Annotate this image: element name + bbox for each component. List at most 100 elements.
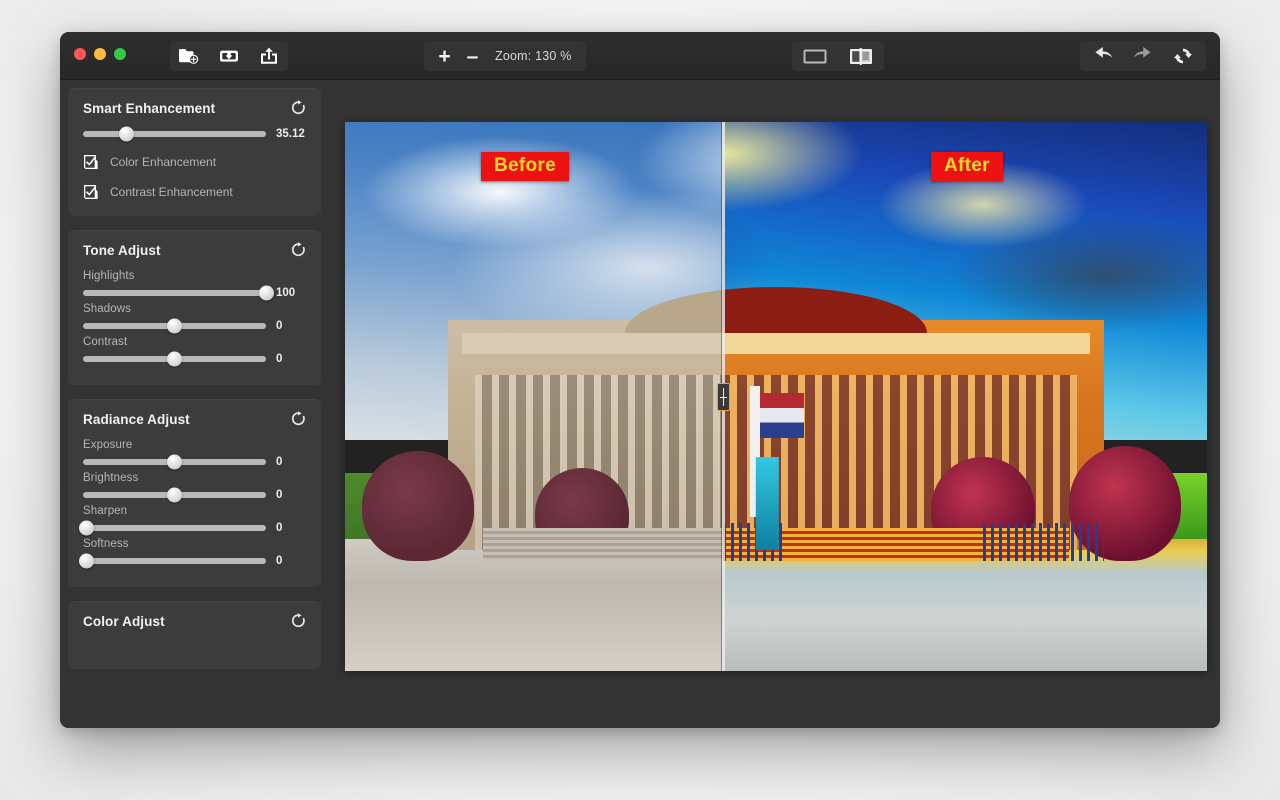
slider-row-softness: Softness 0: [79, 538, 306, 569]
photo-before: [345, 122, 722, 671]
checkbox-contrast-enhancement[interactable]: Contrast Enhancement: [83, 184, 306, 200]
slider-thumb[interactable]: [167, 351, 182, 367]
slider-value: 0: [276, 522, 283, 534]
checkbox-icon[interactable]: [83, 154, 99, 170]
slider-track[interactable]: [79, 520, 266, 536]
before-image-pane: [345, 122, 722, 671]
slider-row-brightness: Brightness 0: [83, 472, 306, 503]
redo-icon[interactable]: [1130, 44, 1156, 68]
before-label: Before: [481, 152, 569, 181]
reset-icon[interactable]: [291, 100, 306, 116]
traffic-lights: [74, 48, 126, 60]
panel-color-adjust: Color Adjust: [68, 601, 321, 669]
after-image-pane: [722, 122, 1207, 671]
after-label: After: [931, 152, 1003, 181]
titlebar: + – Zoom: 130 %: [60, 32, 1220, 80]
slider-label: Shadows: [83, 303, 132, 315]
slider-value: 0: [276, 353, 283, 365]
slider-thumb[interactable]: [258, 285, 274, 301]
slider-thumb[interactable]: [119, 126, 135, 142]
panel-header: Smart Enhancement: [83, 100, 306, 116]
slider-track[interactable]: [83, 285, 274, 301]
slider-value: 100: [276, 287, 296, 299]
panel-header: Color Adjust: [83, 613, 306, 629]
steps: [482, 528, 722, 562]
slider-row-smart-amount: 35.12: [83, 126, 306, 142]
reset-all-icon[interactable]: [1170, 44, 1196, 68]
checkbox-label: Color Enhancement: [110, 155, 217, 169]
slider-thumb[interactable]: [167, 318, 182, 334]
slider-row-sharpen: Sharpen 0: [79, 505, 306, 536]
checkbox-icon[interactable]: [83, 184, 99, 200]
slider-label: Sharpen: [83, 505, 128, 517]
undo-icon[interactable]: [1090, 44, 1116, 68]
save-file-button[interactable]: [216, 44, 242, 68]
panel-title: Tone Adjust: [83, 242, 161, 258]
panel-title: Color Adjust: [83, 613, 165, 629]
flag-cloth: [760, 393, 804, 439]
zoom-out-button[interactable]: –: [464, 46, 481, 67]
image-canvas: Before After: [335, 80, 1220, 728]
panel-header: Tone Adjust: [83, 242, 306, 258]
open-file-button[interactable]: [176, 44, 202, 68]
slider-track[interactable]: [83, 351, 266, 367]
fence-right: [982, 522, 1104, 562]
entablature: [722, 333, 1091, 355]
slider-track[interactable]: [83, 318, 266, 334]
minimize-button[interactable]: [94, 48, 106, 60]
file-actions-group: [170, 41, 288, 71]
slider-row-shadows: Shadows 0: [83, 303, 306, 334]
share-button[interactable]: [256, 44, 282, 68]
panel-smart-enhancement: Smart Enhancement 35.12 Color Enhancemen…: [68, 88, 321, 216]
slider-label: Brightness: [83, 472, 139, 484]
panel-list: Smart Enhancement 35.12 Color Enhancemen…: [60, 80, 335, 669]
app-window: + – Zoom: 130 % Smart Enhancement 35.12 …: [60, 32, 1220, 728]
zoom-button[interactable]: [114, 48, 126, 60]
slider-thumb[interactable]: [79, 553, 95, 569]
entablature: [461, 333, 722, 355]
zoom-in-button[interactable]: +: [436, 46, 453, 67]
view-mode-group: [792, 41, 884, 71]
slider-row-exposure: Exposure 0: [83, 439, 306, 470]
slider-row-highlights: Highlights 100: [83, 270, 306, 301]
slider-track[interactable]: [83, 487, 266, 503]
history-group: [1080, 41, 1206, 71]
statue: [756, 456, 779, 551]
slider-thumb[interactable]: [79, 520, 95, 536]
slider-thumb[interactable]: [167, 487, 182, 503]
reset-icon[interactable]: [291, 242, 306, 258]
split-divider[interactable]: [717, 122, 730, 671]
checkbox-color-enhancement[interactable]: Color Enhancement: [83, 154, 306, 170]
slider-track[interactable]: [79, 553, 266, 569]
panel-title: Smart Enhancement: [83, 100, 216, 116]
close-button[interactable]: [74, 48, 86, 60]
slider-label: Contrast: [83, 336, 128, 348]
slider-label: Softness: [83, 538, 129, 550]
reset-icon[interactable]: [291, 411, 306, 427]
window-body: Smart Enhancement 35.12 Color Enhancemen…: [60, 80, 1220, 728]
reset-icon[interactable]: [291, 613, 306, 629]
checkbox-label: Contrast Enhancement: [110, 185, 233, 199]
adjustments-sidebar: Smart Enhancement 35.12 Color Enhancemen…: [60, 80, 335, 728]
panel-title: Radiance Adjust: [83, 411, 190, 427]
view-split-icon[interactable]: [848, 44, 874, 68]
slider-track[interactable]: [83, 126, 266, 142]
slider-value: 0: [276, 456, 283, 468]
slider-label: Exposure: [83, 439, 133, 451]
panel-header: Radiance Adjust: [83, 411, 306, 427]
slider-value: 0: [276, 489, 283, 501]
slider-value: 0: [276, 320, 283, 332]
split-divider-handle[interactable]: [717, 382, 730, 411]
slider-value: 35.12: [276, 128, 305, 140]
panel-radiance-adjust: Radiance Adjust Exposure 0 Brightness 0 …: [68, 399, 321, 587]
slider-row-contrast: Contrast 0: [83, 336, 306, 367]
zoom-controls-group: + – Zoom: 130 %: [424, 41, 586, 71]
slider-value: 0: [276, 555, 283, 567]
slider-thumb[interactable]: [167, 454, 182, 470]
view-single-icon[interactable]: [802, 44, 828, 68]
slider-label: Highlights: [83, 270, 135, 282]
zoom-level-label: Zoom: 130 %: [495, 49, 572, 63]
before-after-viewer[interactable]: Before After: [345, 122, 1207, 671]
slider-track[interactable]: [83, 454, 266, 470]
tree-left: [362, 451, 475, 562]
